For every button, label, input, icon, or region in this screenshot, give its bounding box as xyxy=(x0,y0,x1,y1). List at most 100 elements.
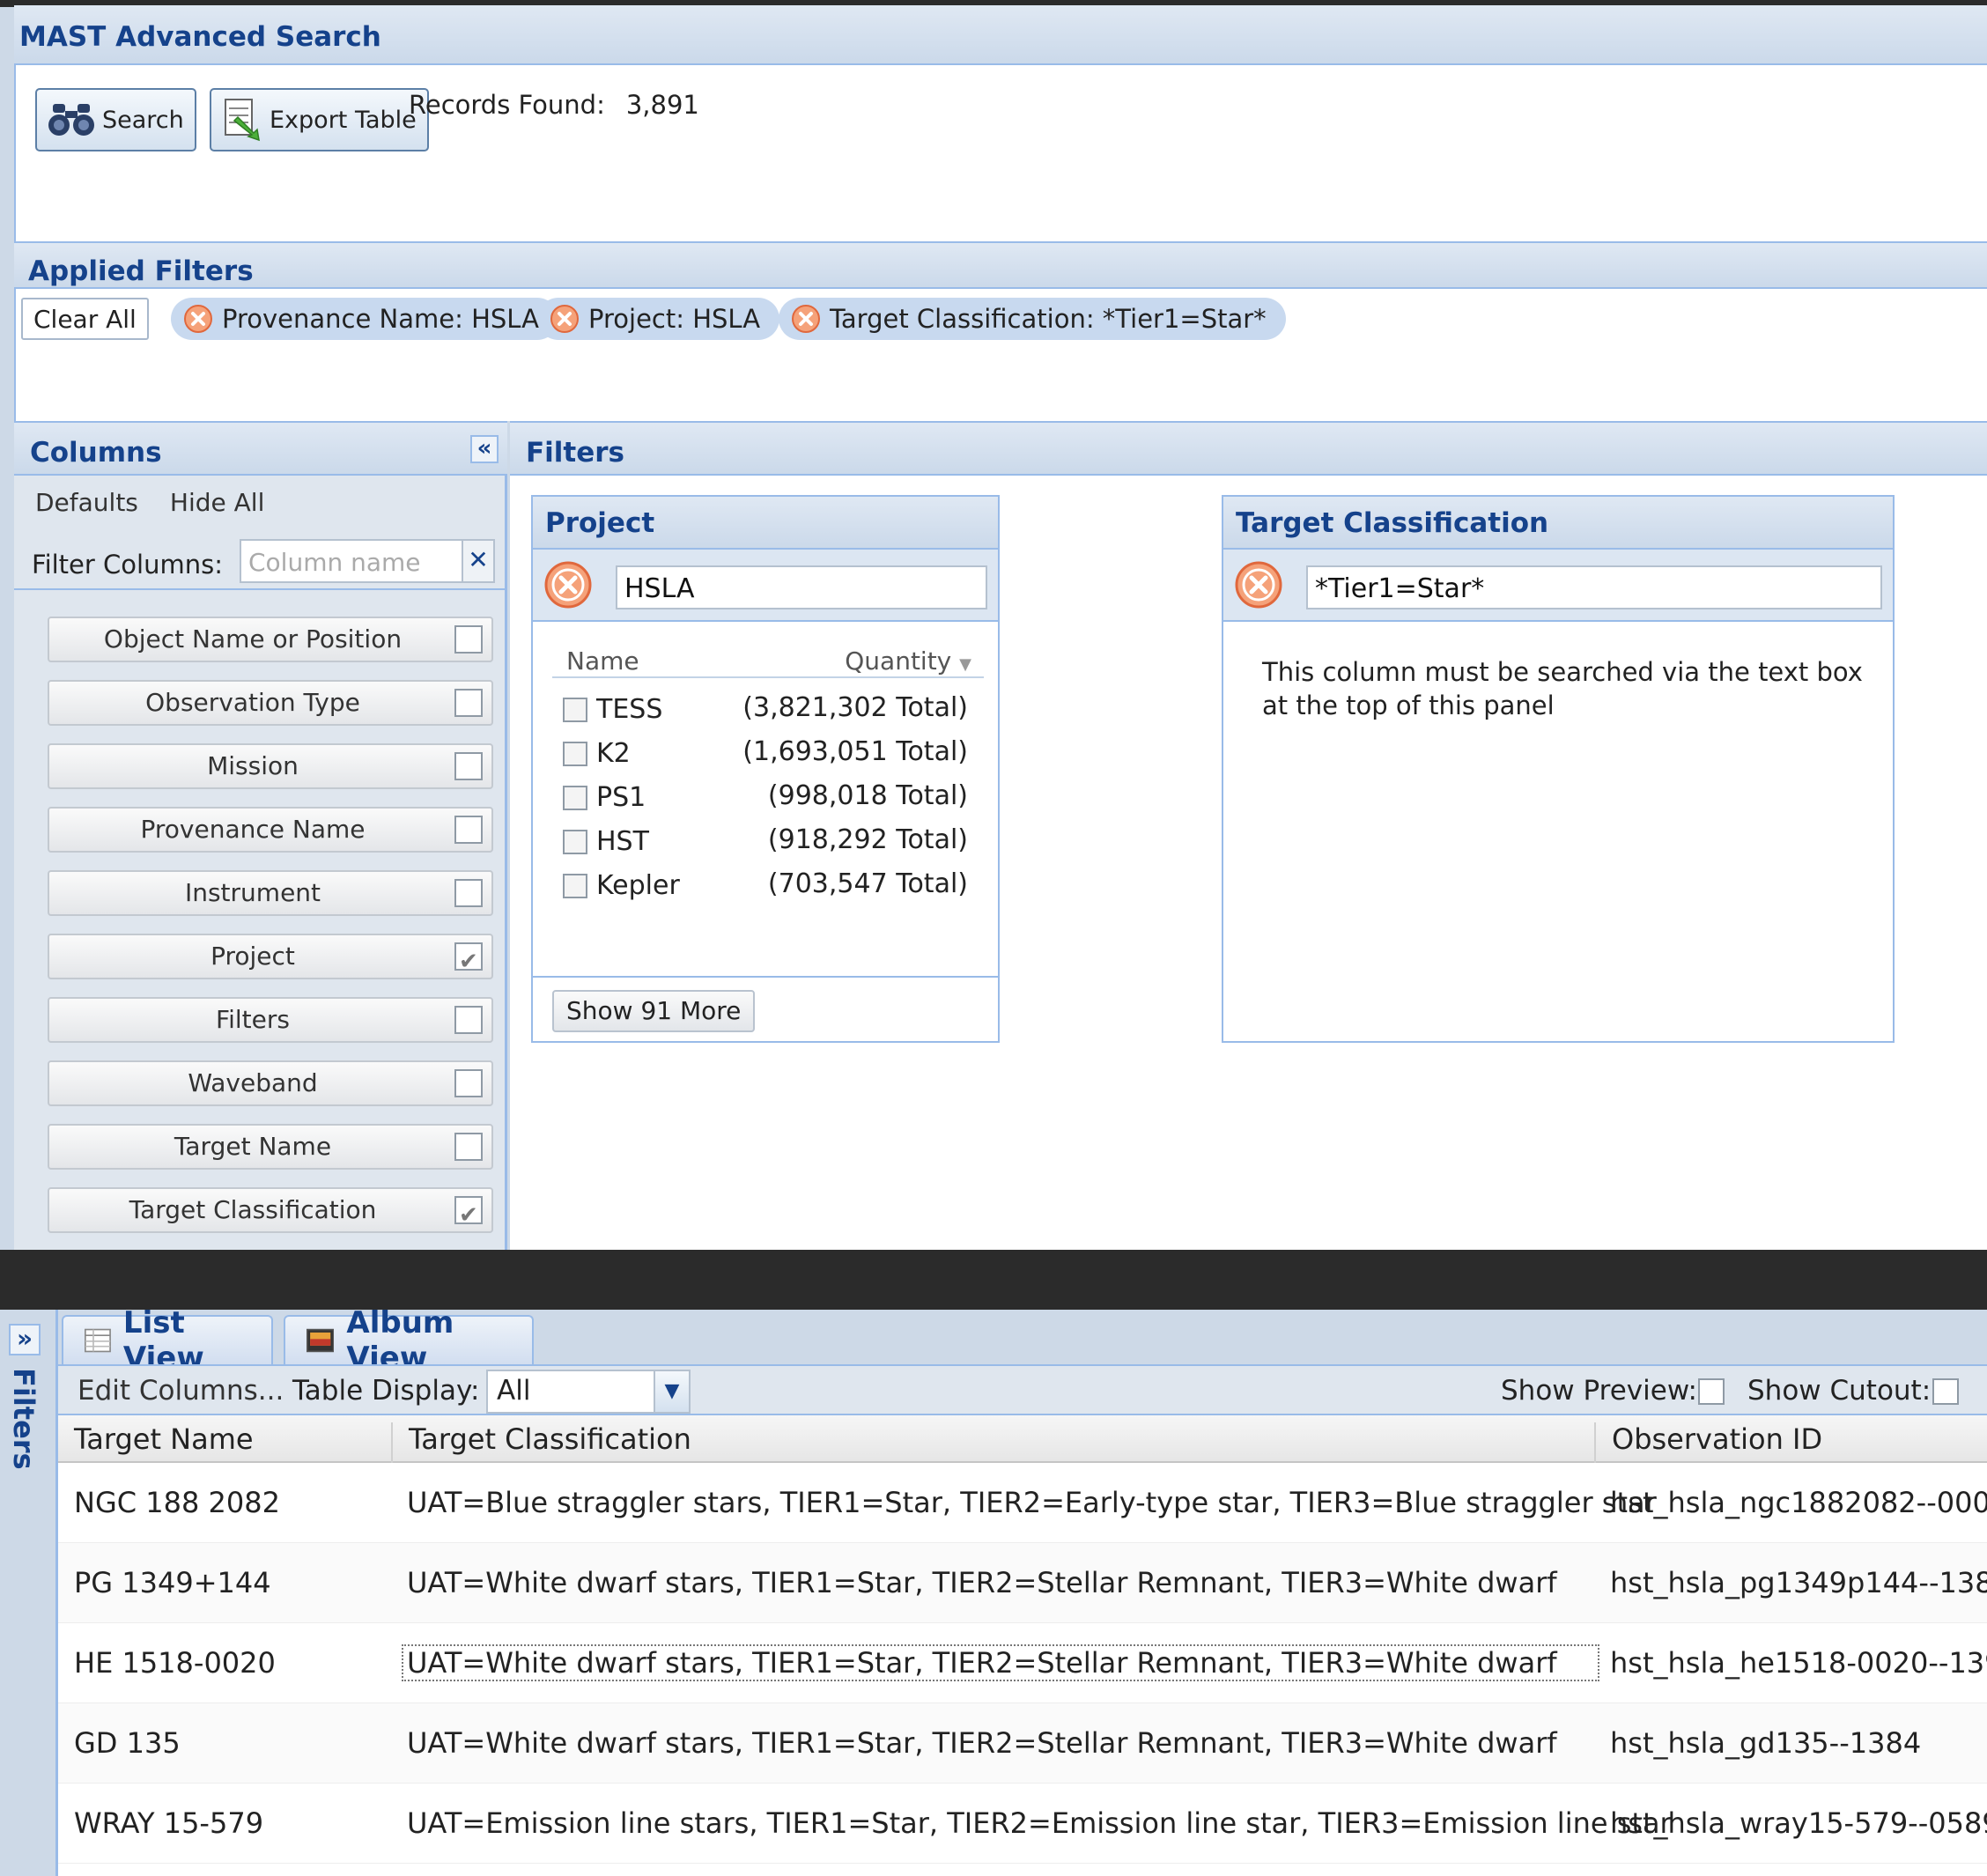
filter-chip-provenance[interactable]: Provenance Name: HSLA xyxy=(171,298,558,340)
filter-chip-project[interactable]: Project: HSLA xyxy=(537,298,780,340)
column-name-input[interactable]: Column name xyxy=(240,539,463,583)
target-name-cell[interactable]: NGC 188 2082 xyxy=(74,1486,280,1519)
column-checkbox[interactable] xyxy=(454,625,483,654)
target-classification-input[interactable]: *Tier1=Star* xyxy=(1306,565,1882,609)
observation-id-cell[interactable]: hst_hsla_he1518-0020--1391 xyxy=(1610,1646,1987,1680)
table-row[interactable]: NGC 188 2082 UAT=Blue straggler stars, TI… xyxy=(58,1463,1987,1543)
project-row[interactable]: Kepler (703,547 Total) xyxy=(563,868,968,904)
edit-columns-button[interactable]: Edit Columns... xyxy=(78,1375,284,1407)
clear-project-filter-icon[interactable] xyxy=(543,560,593,609)
project-row-checkbox[interactable] xyxy=(563,874,587,898)
column-toggle-label: Instrument xyxy=(184,878,321,907)
column-checkbox[interactable] xyxy=(454,1069,483,1097)
column-toggle-label: Project xyxy=(211,942,295,971)
target-classification-cell[interactable]: UAT=White dwarf stars, TIER1=Star, TIER2… xyxy=(407,1726,1557,1760)
project-row-checkbox[interactable] xyxy=(563,698,587,722)
header-observation-id[interactable]: Observation ID xyxy=(1594,1422,1987,1463)
column-toggle-label: Observation Type xyxy=(145,688,360,717)
table-display-select[interactable]: All ▼ xyxy=(486,1370,691,1414)
table-row[interactable]: PG 1349+144 UAT=White dwarf stars, TIER1=… xyxy=(58,1543,1987,1623)
tab-album-view[interactable]: Album View xyxy=(284,1305,534,1376)
target-classification-cell[interactable]: UAT=White dwarf stars, TIER1=Star, TIER2… xyxy=(407,1566,1557,1599)
observation-id-cell[interactable]: hst_hsla_pg1349p144--1387 xyxy=(1610,1566,1987,1599)
column-toggle-label: Provenance Name xyxy=(140,815,366,844)
observation-id-cell[interactable]: hst_hsla_gd135--1384 xyxy=(1610,1726,1921,1760)
collapse-columns-icon[interactable]: « xyxy=(470,435,499,463)
column-toggle[interactable]: Target Classification xyxy=(48,1187,493,1237)
filters-side-label[interactable]: Filters xyxy=(7,1368,41,1470)
project-row-checkbox[interactable] xyxy=(563,786,587,810)
defaults-link[interactable]: Defaults xyxy=(35,488,138,517)
column-checkbox[interactable] xyxy=(454,689,483,717)
column-checkbox[interactable] xyxy=(454,816,483,844)
show-cutout-checkbox[interactable] xyxy=(1932,1378,1959,1405)
export-table-icon xyxy=(225,99,260,142)
project-row-checkbox[interactable] xyxy=(563,830,587,854)
observation-id-cell[interactable]: hst_hsla_ngc1882082--0000 xyxy=(1610,1486,1987,1519)
show-more-button[interactable]: Show 91 More xyxy=(552,990,756,1032)
target-classification-cell[interactable]: UAT=Blue straggler stars, TIER1=Star, TI… xyxy=(407,1486,1657,1519)
show-preview-checkbox[interactable] xyxy=(1698,1378,1725,1405)
clear-column-filter-icon[interactable]: ✕ xyxy=(463,539,495,583)
remove-filter-icon[interactable] xyxy=(791,304,821,334)
remove-filter-icon[interactable] xyxy=(183,304,213,334)
project-row-checkbox[interactable] xyxy=(563,742,587,766)
target-classification-cell[interactable]: UAT=White dwarf stars, TIER1=Star, TIER2… xyxy=(402,1644,1599,1681)
table-row[interactable]: GD 135 UAT=White dwarf stars, TIER1=Star,… xyxy=(58,1703,1987,1784)
column-checkbox[interactable] xyxy=(454,1006,483,1034)
column-toggle[interactable]: Observation Type xyxy=(48,680,493,726)
table-row[interactable]: HE 1518-0020 UAT=White dwarf stars, TIER1… xyxy=(58,1623,1987,1703)
column-checkbox[interactable] xyxy=(454,752,483,780)
results-table-body: NGC 188 2082 UAT=Blue straggler stars, TI… xyxy=(58,1463,1987,1876)
column-toggle[interactable]: Provenance Name xyxy=(48,807,493,853)
column-toggle-label: Object Name or Position xyxy=(103,624,403,654)
project-name-header[interactable]: Name xyxy=(566,646,639,676)
remove-filter-icon[interactable] xyxy=(550,304,580,334)
column-checkbox[interactable] xyxy=(454,1194,483,1237)
column-checkbox[interactable] xyxy=(454,879,483,907)
project-row[interactable]: PS1 (998,018 Total) xyxy=(563,780,968,816)
header-target-name[interactable]: Target Name xyxy=(58,1422,391,1463)
project-search-input[interactable]: HSLA xyxy=(616,565,987,609)
project-row[interactable]: K2 (1,693,051 Total) xyxy=(563,736,968,772)
export-table-button[interactable]: Export Table xyxy=(210,88,429,151)
project-row-name: HST xyxy=(596,826,649,857)
column-toggle[interactable]: Filters xyxy=(48,997,493,1043)
column-toggle[interactable]: Project xyxy=(48,934,493,983)
project-row[interactable]: TESS (3,821,302 Total) xyxy=(563,692,968,728)
target-name-cell[interactable]: HE 1518-0020 xyxy=(74,1646,276,1680)
target-name-cell[interactable]: GD 135 xyxy=(74,1726,181,1760)
filter-chip-target-classification[interactable]: Target Classification: *Tier1=Star* xyxy=(779,298,1286,340)
results-toolbar: Edit Columns... Table Display: All ▼ Sho… xyxy=(58,1364,1987,1415)
tab-list-view[interactable]: List View xyxy=(62,1305,273,1376)
project-quantity-header[interactable]: Quantity ▼ xyxy=(845,646,971,676)
table-row[interactable]: WRAY 15-579 UAT=Emission line stars, TIER… xyxy=(58,1784,1987,1864)
list-view-icon xyxy=(85,1328,111,1353)
chevron-down-icon[interactable]: ▼ xyxy=(654,1371,689,1412)
column-toggle[interactable]: Mission xyxy=(48,743,493,789)
column-toggle[interactable]: Object Name or Position xyxy=(48,617,493,662)
filters-side-tab[interactable]: » Filters xyxy=(0,1310,58,1876)
target-name-cell[interactable]: WRAY 15-579 xyxy=(74,1806,263,1840)
project-row-count: (918,292 Total) xyxy=(767,824,968,855)
project-row[interactable]: HST (918,292 Total) xyxy=(563,824,968,860)
target-name-cell[interactable]: PG 1349+144 xyxy=(74,1566,271,1599)
column-checkbox[interactable] xyxy=(454,1133,483,1161)
filter-columns-label: Filter Columns: xyxy=(32,550,223,580)
columns-panel-header: Columns « xyxy=(14,421,507,476)
records-found-label: Records Found: xyxy=(409,90,605,120)
table-display-label: Table Display: xyxy=(292,1375,480,1407)
expand-filters-icon[interactable]: » xyxy=(9,1324,41,1355)
observation-id-cell[interactable]: hst_hsla_wray15-579--0589 xyxy=(1610,1806,1987,1840)
column-toggle[interactable]: Waveband xyxy=(48,1060,493,1106)
search-button[interactable]: Search xyxy=(35,88,196,151)
columns-panel-title: Columns xyxy=(30,437,162,469)
column-toggle[interactable]: Instrument xyxy=(48,870,493,916)
column-toggle[interactable]: Target Name xyxy=(48,1124,493,1170)
column-checkbox[interactable] xyxy=(454,941,483,983)
hide-all-link[interactable]: Hide All xyxy=(170,488,264,517)
target-classification-cell[interactable]: UAT=Emission line stars, TIER1=Star, TIE… xyxy=(407,1806,1672,1840)
clear-target-classification-icon[interactable] xyxy=(1234,560,1283,609)
clear-all-button[interactable]: Clear All xyxy=(21,298,149,340)
header-target-classification[interactable]: Target Classification xyxy=(391,1422,1594,1463)
